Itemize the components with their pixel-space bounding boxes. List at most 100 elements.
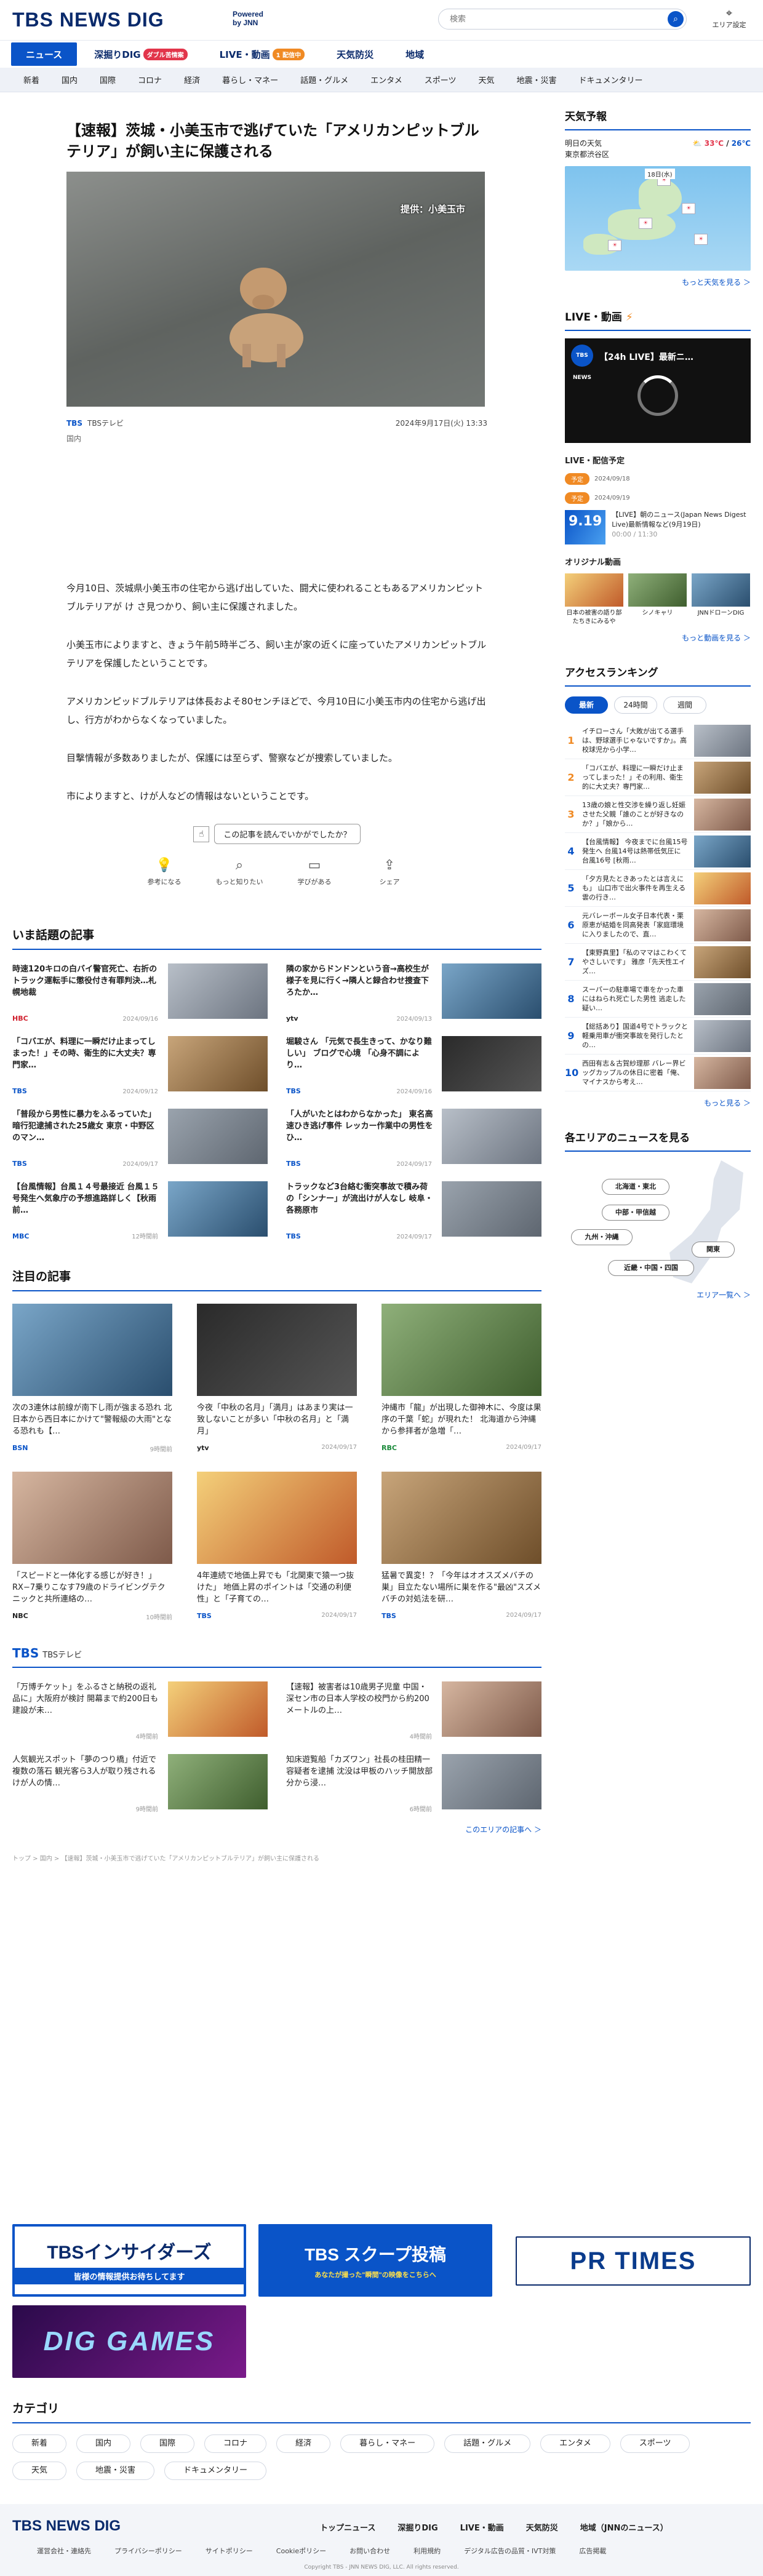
ranking-item[interactable]: 6 元バレーボール女子日本代表・栗原恵が結婚を同高発表「家庭環境に入りましたので、… [565, 907, 751, 944]
nav-weather[interactable]: 天気防災 [322, 42, 388, 66]
cat-nav-item[interactable]: エンタメ [359, 74, 413, 86]
region-button[interactable]: 関東 [692, 1242, 735, 1258]
area-setting-button[interactable]: ⌖ エリア設定 [708, 7, 751, 30]
dig-games-banner[interactable]: DIG GAMES [12, 2305, 246, 2378]
cat-nav-item[interactable]: 経済 [173, 74, 211, 86]
footer-link[interactable]: LIVE・動画 [460, 2521, 504, 2533]
weather-more-link[interactable]: もっと天気を見る ＞ [565, 277, 751, 287]
cat-nav-item[interactable]: ドキュメンタリー [568, 74, 654, 86]
cat-nav-item[interactable]: 国際 [89, 74, 127, 86]
news-card[interactable]: トラックなど3台絡む衝突事故で積み荷の「シンナー」が流出けが人なし 岐阜・各務原… [286, 1181, 541, 1240]
cat-nav-item[interactable]: コロナ [127, 74, 173, 86]
footer-link[interactable]: トップニュース [320, 2521, 375, 2533]
category-chip[interactable]: 暮らし・マネー [340, 2434, 435, 2453]
original-video[interactable]: JNNドローンDIG [692, 573, 750, 626]
footer-sub-link[interactable]: デジタル広告の品質・IVT対策 [464, 2546, 556, 2556]
nav-deep-dig[interactable]: 深掘りDIG ダブル苦情案 [79, 42, 202, 66]
nav-region[interactable]: 地域 [391, 42, 439, 66]
ranking-item[interactable]: 10 西田有志＆古賀紗理那 バレー界ビッグカップルの休日に密着「俺、マイナスから考… [565, 1055, 751, 1091]
nav-live-video[interactable]: LIVE・動画 1 配信中 [205, 42, 319, 66]
category-chip[interactable]: 経済 [276, 2434, 331, 2453]
news-card[interactable]: 時速120キロの白バイ警官死亡、右折のトラック運転手に懲役付き有罪判決…札幌地裁… [12, 963, 268, 1023]
cat-nav-item[interactable]: 国内 [50, 74, 89, 86]
ranking-item[interactable]: 8 スーパーの駐車場で車をかった車にはねられ死亡した男性 逃走した疑い… [565, 981, 751, 1018]
original-video[interactable]: 日本の被害の語り部たちきにみるや [565, 573, 623, 626]
footer-link[interactable]: 地域（JNNのニュース） [580, 2521, 668, 2533]
cat-nav-item[interactable]: 新着 [12, 74, 50, 86]
ranking-item[interactable]: 3 13歳の娘と性交渉を繰り返し妊娠させた父親「誰のことが好きなのか？」「娘から… [565, 796, 751, 833]
category-chip[interactable]: スポーツ [620, 2434, 690, 2453]
reaction-more-button[interactable]: ⌕ もっと知りたい [215, 858, 264, 887]
footer-link[interactable]: 天気防災 [526, 2521, 558, 2533]
ranking-item[interactable]: 7 【東野真里】「私のママはこわくてやさしいです」 雅彦「先天性エイズ… [565, 944, 751, 981]
footer-link[interactable]: 深掘りDIG [397, 2521, 437, 2533]
ranking-tab-weekly[interactable]: 週間 [663, 696, 706, 714]
live-player[interactable]: TBS NEWS 【24h LIVE】最新ニ… [565, 338, 751, 443]
ranking-item[interactable]: 5 「夕方見たときあったとは言えにも」 山口市で出火事件を再生える 雲の行き… [565, 870, 751, 907]
insiders-banner[interactable]: TBSインサイダーズ 皆様の情報提供お待ちしてます [12, 2224, 246, 2297]
news-card[interactable]: 次の3連休は前線が南下し雨が強まる恐れ 北日本から西日本にかけて"警報級の大雨"… [12, 1304, 172, 1453]
reaction-useful-button[interactable]: 💡 参考になる [140, 858, 189, 887]
nav-news[interactable]: ニュース [11, 42, 78, 66]
footer-sub-link[interactable]: サイトポリシー [206, 2546, 253, 2556]
ranking-item[interactable]: 2 「コバエが、料理に一瞬だけ止まってしまった！」その利用、衛生的に大丈夫？専門家… [565, 759, 751, 796]
search-icon[interactable]: ⌕ [668, 11, 684, 27]
video-more-link[interactable]: もっと動画を見る ＞ [565, 632, 751, 643]
category-chip[interactable]: 国際 [140, 2434, 195, 2453]
footer-sub-link[interactable]: Cookieポリシー [276, 2546, 326, 2556]
cat-nav-item[interactable]: 天気 [467, 74, 505, 86]
footer-sub-link[interactable]: 広告掲載 [579, 2546, 606, 2556]
region-button[interactable]: 中部・甲信越 [602, 1205, 669, 1221]
category-chip[interactable]: 国内 [76, 2434, 131, 2453]
cat-nav-item[interactable]: 暮らし・マネー [211, 74, 289, 86]
footer-sub-link[interactable]: 利用規約 [413, 2546, 441, 2556]
search-input[interactable] [450, 9, 659, 29]
news-card[interactable]: 人気観光スポット「夢のつり橋」付近で複数の落石 観光客ら3人が取り残される けが… [12, 1754, 268, 1813]
news-card[interactable]: 隣の家からドンドンという音→高校生が様子を見に行く→隣人と録合わせ捜査下ろたか…… [286, 963, 541, 1023]
ranking-item[interactable]: 1 イチローさん「大敗が出てる選手は、野球選手じゃないですか」。高校球児から小学… [565, 722, 751, 759]
category-chip[interactable]: 話題・グルメ [444, 2434, 531, 2453]
ranking-item[interactable]: 9 【総括あり】国道4号でトラックと軽乗用車が衝突事故を発行したとの… [565, 1018, 751, 1055]
news-card[interactable]: 4年連続で地価上昇でも「北関東で猿一つ抜けた」 地価上昇のポイントは「交通の利便… [197, 1472, 357, 1621]
news-card[interactable]: 知床遊覧船「カズワン」社長の桂田精一容疑者を逮捕 沈没は甲板のハッチ開放部分から… [286, 1754, 541, 1813]
article-category[interactable]: 国内 [66, 433, 487, 444]
news-card[interactable]: 「スピードと一体化する感じが好き！」RX−7乗りこなす79歳のドライビングテクニ… [12, 1472, 172, 1621]
breadcrumb[interactable]: トップ > 国内 > 【速報】茨城・小美玉市で逃げていた「アメリカンピットブルテ… [12, 1853, 541, 1862]
area-more-link[interactable]: このエリアの記事へ ＞ [12, 1824, 541, 1835]
category-chip[interactable]: 地震・災害 [76, 2462, 155, 2480]
news-card[interactable]: 「普段から男性に暴力をふるっていた」暗行犯逮捕された25歳女 東京・中野区のマン… [12, 1109, 268, 1168]
schedule-item[interactable]: 9.19 【LIVE】朝のニュース(Japan News Digest Live… [565, 510, 751, 544]
news-card[interactable]: 「コバエが、料理に一瞬だけ止まってしまった！」その時、衛生的に大丈夫？専門家… T… [12, 1036, 268, 1095]
category-chip[interactable]: コロナ [204, 2434, 267, 2453]
ranking-tab-24h[interactable]: 24時間 [614, 696, 657, 714]
news-card[interactable]: 【台風情報】台風１４号最接近 台風１５号発生へ気象庁の予想進路詳しく【秋雨前… M… [12, 1181, 268, 1240]
weather-map[interactable]: ☀ ☀ ☀ ☀ ☀ 18日(水) [565, 166, 751, 271]
footer-sub-link[interactable]: お問い合わせ [350, 2546, 390, 2556]
news-card[interactable]: 猛暑で異変！？「今年はオオスズメバチの巣」目立たない場所に巣を作る"最凶"スズメ… [382, 1472, 541, 1621]
ranking-tab-latest[interactable]: 最新 [565, 696, 608, 714]
region-button[interactable]: 九州・沖縄 [571, 1229, 633, 1245]
ranking-more-link[interactable]: もっと見る ＞ [565, 1098, 751, 1108]
news-card[interactable]: 堀駿さん 「元気で長生きって、かなり難しい」 ブログで心境 「心身不調によ り…… [286, 1036, 541, 1095]
ranking-item[interactable]: 4 【台風情報】 今夜までに台風15号発生へ 台風14号は熱帯低気圧に 台風16号… [565, 833, 751, 870]
cat-nav-item[interactable]: 地震・災害 [506, 74, 568, 86]
cat-nav-item[interactable]: スポーツ [413, 74, 468, 86]
news-card[interactable]: 「万博チケット」をふるさと納税の返礼品に」大阪府が検討 開幕まで約200日も建設… [12, 1681, 268, 1741]
prtimes-banner[interactable]: PR TIMES [516, 2236, 751, 2286]
footer-sub-link[interactable]: プライバシーポリシー [114, 2546, 182, 2556]
news-card[interactable]: 沖縄市「龍」が出現した御神木に、今度は果序の千葉「蛇」が現れた！ 北海道から沖縄… [382, 1304, 541, 1453]
original-video[interactable]: シノキャリ [628, 573, 687, 626]
footer-sub-link[interactable]: 運営会社・連絡先 [37, 2546, 91, 2556]
area-list-link[interactable]: エリア一覧へ ＞ [565, 1290, 751, 1300]
category-chip[interactable]: 新着 [12, 2434, 67, 2453]
cat-nav-item[interactable]: 話題・グルメ [289, 74, 359, 86]
reaction-learn-button[interactable]: ▭ 学びがある [290, 858, 339, 887]
footer-logo[interactable]: TBS NEWS DIG [12, 2518, 121, 2535]
region-button[interactable]: 北海道・東北 [602, 1179, 669, 1195]
category-chip[interactable]: 天気 [12, 2462, 67, 2480]
news-card[interactable]: 今夜「中秋の名月」「満月」はあまり実は一致しないことが多い「中秋の名月」と「満月… [197, 1304, 357, 1453]
news-card[interactable]: 【速報】被害者は10歳男子児童 中国・深セン市の日本人学校の校門から約200メー… [286, 1681, 541, 1741]
site-logo[interactable]: TBS NEWS DIG [12, 9, 164, 31]
category-chip[interactable]: エンタメ [540, 2434, 610, 2453]
region-button[interactable]: 近畿・中国・四国 [608, 1260, 694, 1276]
